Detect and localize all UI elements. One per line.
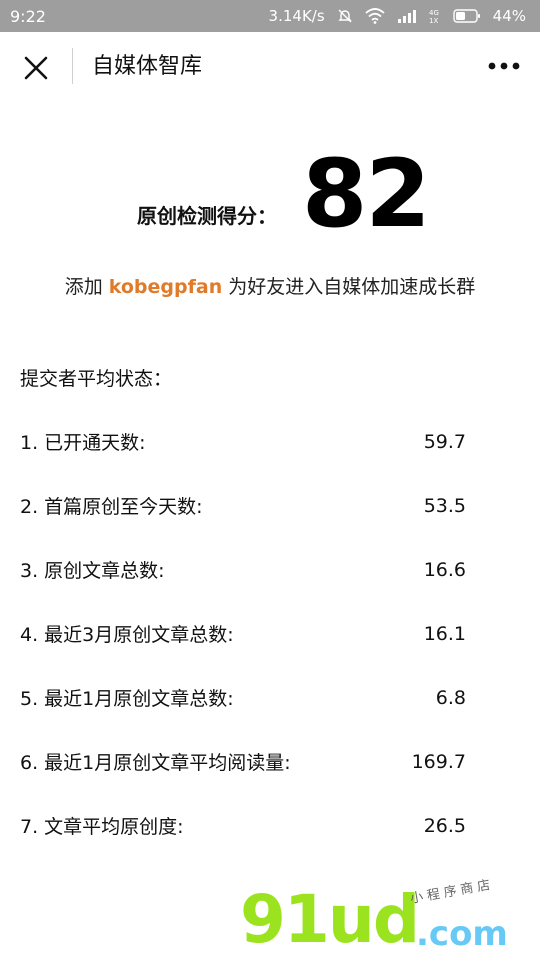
stat-row: 1. 已开通天数: 59.7 — [20, 425, 466, 458]
svg-text:1X: 1X — [429, 17, 438, 24]
score-label: 原创检测得分： — [137, 204, 277, 228]
watermark-logo: 91ud 小程序商店 .com — [240, 877, 540, 960]
invite-id: kobegpfan — [108, 276, 223, 298]
wifi-icon — [365, 8, 385, 24]
stat-value: 16.1 — [423, 622, 466, 645]
watermark-sub: 小程序商店 — [409, 877, 496, 907]
network-speed: 3.14K/s — [268, 7, 325, 25]
stat-value: 26.5 — [423, 814, 466, 837]
status-right: 3.14K/s 4G 1X 44% — [269, 7, 526, 25]
more-button[interactable] — [486, 54, 522, 78]
stat-value: 6.8 — [435, 686, 466, 709]
stat-label: 3. 原创文章总数: — [20, 560, 165, 582]
watermark-main: 91ud — [240, 881, 420, 958]
stat-row: 7. 文章平均原创度: 26.5 — [20, 809, 466, 842]
stat-label: 2. 首篇原创至今天数: — [20, 496, 203, 518]
score-section: 原创检测得分： 82 — [0, 140, 540, 260]
stats-header: 提交者平均状态： — [20, 368, 173, 390]
mute-icon — [337, 8, 353, 24]
stat-label: 5. 最近1月原创文章总数: — [20, 688, 234, 710]
stat-row: 6. 最近1月原创文章平均阅读量: 169.7 — [20, 745, 466, 778]
signal-icon — [397, 8, 417, 24]
stat-row: 4. 最近3月原创文章总数: 16.1 — [20, 617, 466, 650]
stat-value: 169.7 — [411, 750, 466, 773]
stat-value: 53.5 — [423, 494, 466, 517]
status-bar: 9:22 3.14K/s 4G 1X 44% — [0, 0, 540, 32]
svg-text:4G: 4G — [429, 9, 439, 17]
stat-row: 3. 原创文章总数: 16.6 — [20, 553, 466, 586]
stat-row: 5. 最近1月原创文章总数: 6.8 — [20, 681, 466, 714]
score-value: 82 — [302, 140, 431, 249]
stat-label: 7. 文章平均原创度: — [20, 816, 184, 838]
close-button[interactable] — [18, 50, 54, 86]
watermark-suffix: .com — [416, 914, 508, 954]
stat-label: 1. 已开通天数: — [20, 432, 146, 454]
title-divider — [72, 48, 73, 84]
stat-value: 59.7 — [423, 430, 466, 453]
more-icon — [488, 62, 520, 70]
invite-line: 添加 kobegpfan 为好友进入自媒体加速成长群 — [0, 272, 540, 302]
stat-label: 6. 最近1月原创文章平均阅读量: — [20, 752, 291, 774]
stat-value: 16.6 — [423, 558, 466, 581]
invite-prefix: 添加 — [64, 276, 109, 298]
stat-row: 2. 首篇原创至今天数: 53.5 — [20, 489, 466, 522]
battery-percent: 44% — [492, 7, 526, 25]
stats-list: 1. 已开通天数: 59.7 2. 首篇原创至今天数: 53.5 3. 原创文章… — [20, 425, 466, 873]
page-title: 自媒体智库 — [92, 54, 203, 79]
invite-suffix: 为好友进入自媒体加速成长群 — [222, 276, 476, 298]
stat-label: 4. 最近3月原创文章总数: — [20, 624, 234, 646]
4g-icon: 4G 1X — [429, 8, 441, 24]
status-time: 9:22 — [10, 6, 46, 26]
close-icon — [24, 56, 48, 80]
title-bar: 自媒体智库 — [0, 32, 540, 104]
battery-icon — [452, 8, 481, 24]
